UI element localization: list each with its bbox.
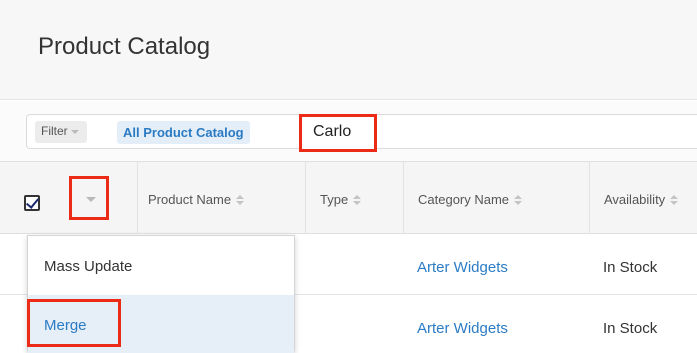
sort-icon (670, 194, 679, 207)
chevron-down-icon (70, 129, 79, 134)
column-header-label: Availability (604, 192, 666, 207)
merge-highlight-box (27, 299, 121, 347)
actions-dropdown-button[interactable] (69, 176, 109, 220)
page-header: Product Catalog (0, 0, 697, 100)
column-header-category-name[interactable]: Category Name (403, 162, 589, 234)
select-all-checkbox-icon[interactable] (24, 195, 40, 211)
sort-icon (514, 194, 523, 207)
category-link[interactable]: Arter Widgets (417, 259, 508, 276)
availability-value: In Stock (603, 320, 658, 337)
column-header-type[interactable]: Type (305, 162, 403, 234)
column-header-product-name[interactable]: Product Name (137, 162, 305, 234)
sort-icon (236, 194, 245, 207)
column-header-label: Product Name (148, 192, 232, 207)
menu-item-mass-update[interactable]: Mass Update (28, 236, 294, 294)
column-header-label: Type (320, 192, 349, 207)
availability-value: In Stock (603, 259, 658, 276)
filter-dropdown[interactable]: Filter (35, 121, 87, 143)
filter-chip[interactable]: All Product Catalog (117, 121, 250, 144)
search-input[interactable]: Carlo (299, 114, 377, 152)
page-title: Product Catalog (38, 33, 211, 60)
category-link[interactable]: Arter Widgets (417, 320, 508, 337)
filter-dropdown-label: Filter (41, 124, 68, 138)
chevron-down-icon (86, 197, 96, 202)
sort-icon (353, 194, 362, 207)
column-header-label: Category Name (418, 192, 510, 207)
column-header-availability[interactable]: Availability (589, 162, 697, 234)
